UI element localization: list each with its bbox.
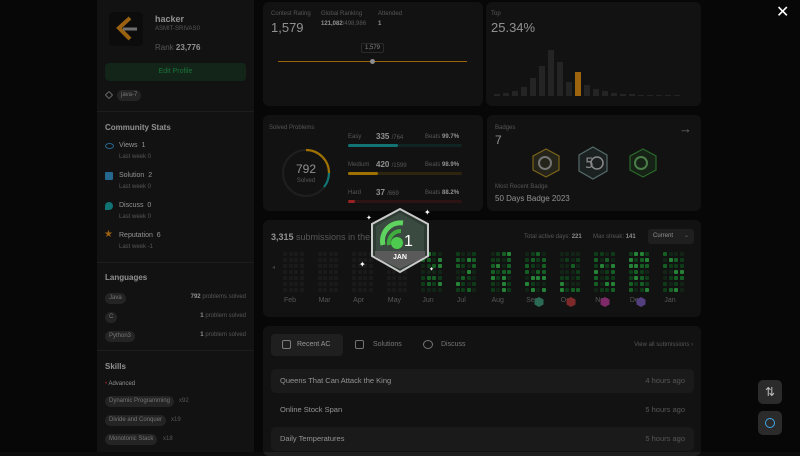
switch-icon[interactable]: ⇅ bbox=[758, 380, 782, 404]
feedback-button[interactable] bbox=[758, 411, 782, 435]
sparkle-icon: ✦ bbox=[429, 267, 435, 273]
sparkle-icon: ✦ bbox=[366, 215, 372, 222]
sparkle-icon: ✦ bbox=[359, 260, 366, 269]
jan-badge-number: 1 bbox=[404, 233, 413, 250]
sparkle-icon: ✦ bbox=[424, 208, 431, 217]
jan-badge-month: JAN bbox=[392, 254, 407, 261]
close-icon[interactable]: ✕ bbox=[776, 2, 789, 22]
chat-icon bbox=[765, 418, 775, 428]
